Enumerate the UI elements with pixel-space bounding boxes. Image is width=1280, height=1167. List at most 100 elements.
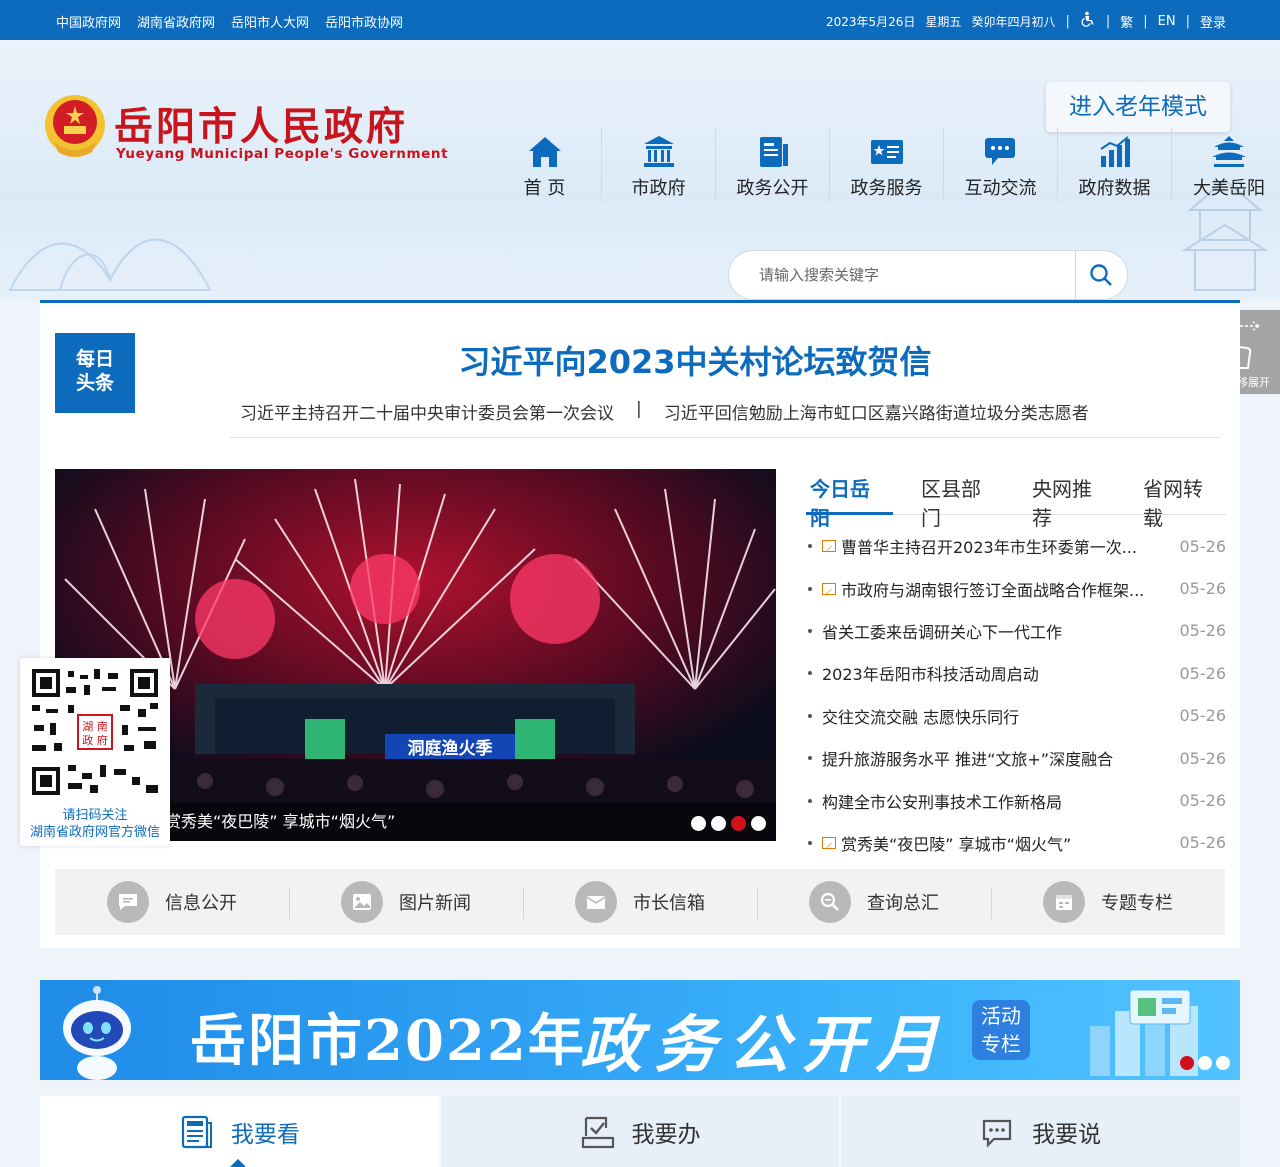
- picture-icon: [822, 582, 836, 595]
- news-item[interactable]: 2023年岳阳市科技活动周启动 05-26: [806, 652, 1226, 694]
- news-item[interactable]: 市政府与湖南银行签订全面战略合作框架... 05-26: [806, 567, 1226, 609]
- nav-home[interactable]: 首 页: [488, 128, 602, 202]
- banner-tag: 活动 专栏: [972, 1000, 1030, 1060]
- tab-provincial-reprint[interactable]: 省网转载: [1139, 469, 1226, 530]
- nav-government-data[interactable]: 政府数据: [1058, 128, 1172, 202]
- news-item[interactable]: 曹普华主持召开2023年市生环委第一次... 05-26: [806, 525, 1226, 567]
- slider-dot[interactable]: [751, 816, 766, 831]
- document-icon: [759, 137, 788, 167]
- quick-label: 查询总汇: [867, 893, 939, 914]
- link-yueyang-cppcc[interactable]: 岳阳市政协网: [325, 12, 403, 31]
- banner-dot[interactable]: [1198, 1056, 1212, 1070]
- wechat-qr-panel[interactable]: 湖 南 政 府 请扫码关注 湖南省政府网官方微信: [20, 658, 170, 846]
- news-item[interactable]: 赏秀美“夜巴陵” 享城市“烟火气” 05-26: [806, 822, 1226, 864]
- news-date: 05-26: [1179, 663, 1227, 683]
- separator: |: [636, 399, 642, 419]
- search-input[interactable]: [759, 263, 1059, 287]
- quick-label: 专题专栏: [1101, 893, 1173, 914]
- national-emblem-icon: [45, 95, 105, 157]
- chat-icon: [984, 138, 1015, 165]
- banner-text-calligraphy: 政务公开月: [580, 1008, 951, 1080]
- quick-label: 图片新闻: [399, 893, 471, 914]
- gov-affairs-month-banner[interactable]: 岳阳市2022年 政务公开月 活动 专栏: [40, 980, 1240, 1080]
- english-link[interactable]: EN: [1158, 14, 1176, 29]
- tab-i-want-to-handle[interactable]: 我要办: [438, 1096, 840, 1167]
- nav-beautiful-yueyang[interactable]: 大美岳阳: [1172, 128, 1280, 202]
- nav-label: 市政府: [631, 178, 686, 199]
- site-logo-title[interactable]: 岳阳市人民政府: [114, 96, 408, 152]
- quick-photo-news[interactable]: 图片新闻: [289, 869, 523, 935]
- bullet: [808, 586, 812, 591]
- news-list: 曹普华主持召开2023年市生环委第一次... 05-26 市政府与湖南银行签订全…: [806, 525, 1226, 864]
- sub-headline-link[interactable]: 习近平回信勉励上海市虹口区嘉兴路街道垃圾分类志愿者: [664, 399, 1089, 424]
- news-item[interactable]: 提升旅游服务水平 推进“文旅+”深度融合 05-26: [806, 737, 1226, 779]
- stage-sign-text: 洞庭渔火季: [408, 738, 493, 759]
- qr-caption: 请扫码关注 湖南省政府网官方微信: [20, 807, 170, 841]
- tab-county-departments[interactable]: 区县部门: [917, 469, 1004, 530]
- nav-government-affairs[interactable]: 政务公开: [716, 128, 830, 202]
- news-tabs: 今日岳阳 区县部门 央网推荐 省网转载: [806, 469, 1226, 530]
- quick-mayor-mailbox[interactable]: 市长信箱: [523, 869, 757, 935]
- news-title: 市政府与湖南银行签订全面战略合作框架...: [841, 580, 1145, 600]
- news-date: 05-26: [1179, 621, 1227, 641]
- nav-label: 政府数据: [1078, 178, 1151, 199]
- svg-text:湖 南: 湖 南: [82, 720, 108, 733]
- banner-dot[interactable]: [1216, 1056, 1230, 1070]
- quick-info-disclosure[interactable]: 信息公开: [55, 869, 289, 935]
- quick-label: 信息公开: [165, 893, 237, 914]
- news-title: 省关工委来岳调研关心下一代工作: [822, 622, 1063, 642]
- news-date: 05-26: [1179, 748, 1227, 768]
- quick-query-collection[interactable]: 查询总汇: [757, 869, 991, 935]
- banner-dot-active[interactable]: [1180, 1056, 1194, 1070]
- news-paper-icon: [181, 1115, 212, 1148]
- banner-dots: [1180, 1056, 1230, 1070]
- headline-title[interactable]: 习近平向2023中关村论坛致贺信: [40, 337, 1280, 383]
- news-title: 提升旅游服务水平 推进“文旅+”深度融合: [822, 750, 1114, 770]
- site-logo-subtitle: Yueyang Municipal People's Government: [116, 146, 449, 162]
- elder-mode-button[interactable]: 进入老年模式: [1046, 82, 1230, 132]
- link-yueyang-npc[interactable]: 岳阳市人大网: [231, 12, 309, 31]
- nav-interaction[interactable]: 互动交流: [944, 128, 1058, 202]
- slider-dot[interactable]: [711, 816, 726, 831]
- separator: |: [1143, 13, 1148, 29]
- news-item[interactable]: 省关工委来岳调研关心下一代工作 05-26: [806, 610, 1226, 652]
- news-title: 赏秀美“夜巴陵” 享城市“烟火气”: [841, 834, 1072, 854]
- tab-central-recommend[interactable]: 央网推荐: [1028, 469, 1115, 530]
- news-title: 交往交流交融 志愿快乐同行: [822, 707, 1020, 727]
- nav-label: 政务服务: [850, 178, 923, 199]
- bullet: [808, 840, 812, 845]
- sub-headline-link[interactable]: 习近平主持召开二十届中央审计委员会第一次会议: [240, 399, 614, 424]
- nav-city-government[interactable]: 市政府: [602, 128, 716, 202]
- slider-dot[interactable]: [691, 816, 706, 831]
- login-link[interactable]: 登录: [1200, 12, 1226, 31]
- news-item[interactable]: 交往交流交融 志愿快乐同行 05-26: [806, 695, 1226, 737]
- tab-i-want-to-see[interactable]: 我要看: [40, 1096, 439, 1167]
- slider-dot-active[interactable]: [731, 816, 746, 831]
- quick-special-topics[interactable]: 专题专栏: [991, 869, 1225, 935]
- accessibility-icon[interactable]: [1080, 11, 1096, 31]
- nav-government-services[interactable]: 政务服务: [830, 128, 944, 202]
- news-item[interactable]: 构建全市公安刑事技术工作新格局 05-26: [806, 779, 1226, 821]
- bullet: [808, 544, 812, 549]
- date-text: 2023年5月26日: [825, 14, 916, 29]
- link-hunan-gov[interactable]: 湖南省政府网: [137, 12, 215, 31]
- qr-caption-line: 湖南省政府网官方微信: [29, 825, 160, 840]
- link-gov-cn[interactable]: 中国政府网: [56, 12, 121, 31]
- quick-label: 市长信箱: [633, 893, 705, 914]
- tab-i-want-to-say[interactable]: 我要说: [839, 1096, 1241, 1167]
- search-button[interactable]: [1075, 251, 1127, 299]
- tab-today-yueyang[interactable]: 今日岳阳: [806, 469, 893, 530]
- bullet: [808, 756, 812, 761]
- traditional-chinese-link[interactable]: 繁: [1120, 12, 1133, 31]
- nav-label: 首 页: [523, 178, 566, 199]
- bullet: [808, 628, 812, 633]
- news-title: 2023年岳阳市科技活动周启动: [822, 665, 1039, 685]
- robot-mascot-icon: [63, 986, 131, 1080]
- news-date: 05-26: [1179, 536, 1227, 556]
- search-list-icon: [809, 881, 851, 923]
- news-date: 05-26: [1179, 579, 1227, 599]
- news-title: 曹普华主持召开2023年市生环委第一次...: [841, 538, 1137, 558]
- divider: [230, 437, 1220, 438]
- search-icon: [1090, 264, 1112, 286]
- picture-icon: [822, 540, 836, 553]
